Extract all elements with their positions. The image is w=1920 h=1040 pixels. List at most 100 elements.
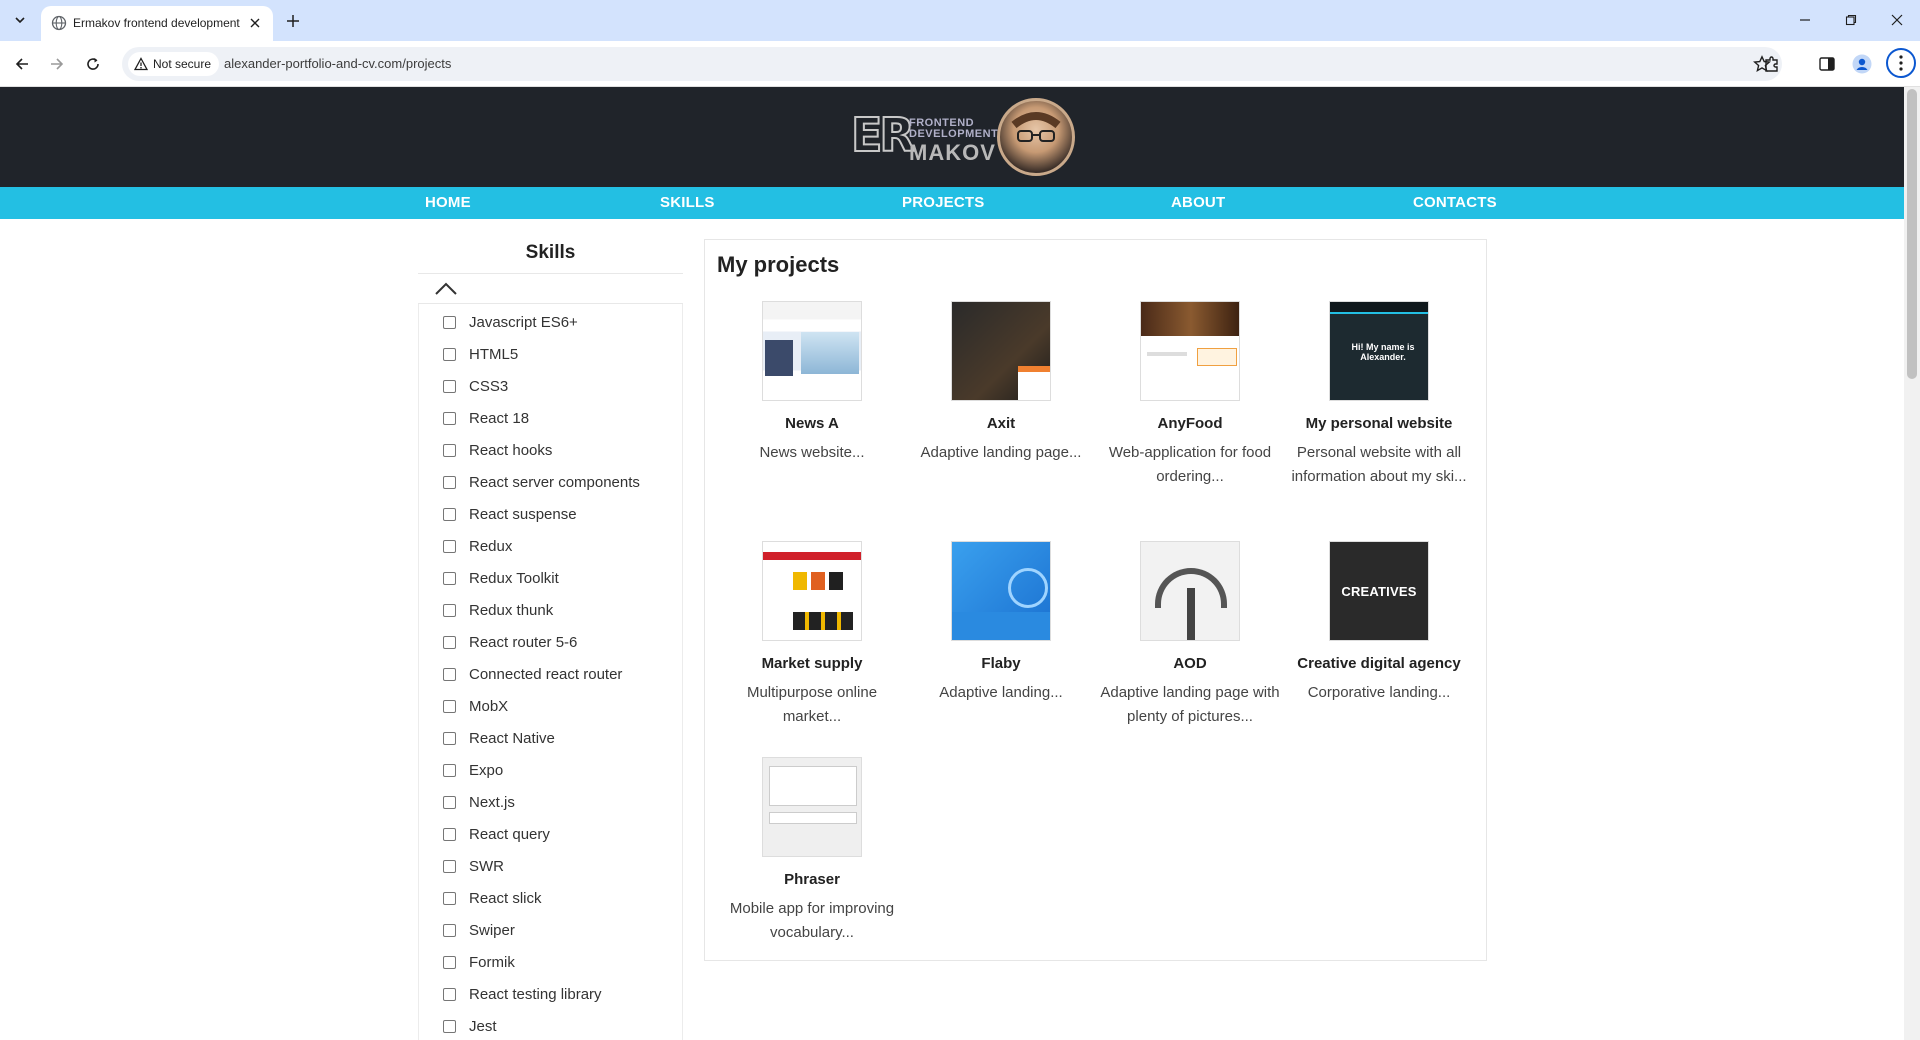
avatar — [997, 98, 1075, 176]
project-name[interactable]: AnyFood — [1095, 415, 1285, 432]
reload-icon[interactable] — [79, 50, 107, 78]
skill-checkbox[interactable]: Redux Toolkit — [443, 568, 559, 588]
skill-label: React router 5-6 — [469, 633, 578, 651]
project-name[interactable]: AOD — [1095, 655, 1285, 672]
page-scrollbar[interactable] — [1904, 87, 1920, 1040]
skill-checkbox[interactable]: React query — [443, 824, 550, 844]
project-thumbnail[interactable] — [762, 301, 862, 401]
checkbox[interactable] — [443, 987, 456, 1001]
project-thumbnail[interactable]: CREATIVES — [1329, 541, 1429, 641]
project-thumbnail[interactable] — [1140, 541, 1240, 641]
skill-checkbox[interactable]: Swiper — [443, 920, 515, 940]
skill-checkbox[interactable]: Connected react router — [443, 664, 622, 684]
address-bar[interactable]: Not secure alexander-portfolio-and-cv.co… — [122, 47, 1782, 81]
browser-toolbar: Not secure alexander-portfolio-and-cv.co… — [0, 41, 1920, 87]
skill-checkbox[interactable]: React testing library — [443, 984, 602, 1004]
plus-icon[interactable] — [282, 10, 304, 32]
checkbox[interactable] — [443, 923, 456, 937]
checkbox[interactable] — [443, 347, 456, 361]
checkbox[interactable] — [443, 827, 456, 841]
skill-checkbox[interactable]: React server components — [443, 472, 640, 492]
checkbox[interactable] — [443, 635, 456, 649]
skill-label: React server components — [469, 473, 640, 491]
checkbox[interactable] — [443, 539, 456, 553]
checkbox[interactable] — [443, 859, 456, 873]
kebab-menu-icon[interactable] — [1886, 48, 1916, 78]
nav-contacts[interactable]: CONTACTS — [1413, 194, 1497, 211]
project-name[interactable]: Axit — [906, 415, 1096, 432]
checkbox[interactable] — [443, 731, 456, 745]
checkbox[interactable] — [443, 443, 456, 457]
security-chip[interactable]: Not secure — [128, 52, 220, 76]
project-description: News website... — [759, 444, 865, 461]
chevron-down-icon[interactable] — [8, 8, 32, 32]
skill-checkbox[interactable]: React hooks — [443, 440, 552, 460]
checkbox[interactable] — [443, 379, 456, 393]
checkbox[interactable] — [443, 571, 456, 585]
skill-label: Jest — [469, 1017, 497, 1035]
project-thumbnail[interactable] — [762, 541, 862, 641]
nav-skills[interactable]: SKILLS — [660, 194, 715, 211]
project-name[interactable]: Flaby — [906, 655, 1096, 672]
skill-checkbox[interactable]: Expo — [443, 760, 503, 780]
skill-label: Connected react router — [469, 665, 623, 683]
checkbox[interactable] — [443, 699, 456, 713]
close-icon[interactable] — [247, 15, 263, 31]
side-panel-icon[interactable] — [1815, 52, 1839, 76]
skill-checkbox[interactable]: React 18 — [443, 408, 529, 428]
skill-checkbox[interactable]: Redux — [443, 536, 512, 556]
project-name[interactable]: Phraser — [717, 871, 907, 888]
skill-checkbox[interactable]: Javascript ES6+ — [443, 312, 578, 332]
profile-icon[interactable] — [1850, 52, 1874, 76]
checkbox[interactable] — [443, 795, 456, 809]
skill-checkbox[interactable]: React Native — [443, 728, 555, 748]
browser-tab[interactable]: Ermakov frontend development — [41, 6, 273, 41]
project-thumbnail[interactable]: Hi! My name is Alexander. — [1329, 301, 1429, 401]
skill-checkbox[interactable]: React suspense — [443, 504, 577, 524]
skill-checkbox[interactable]: Next.js — [443, 792, 515, 812]
skill-checkbox[interactable]: SWR — [443, 856, 504, 876]
skill-checkbox[interactable]: Redux thunk — [443, 600, 553, 620]
site-header: ER FRONTEND DEVELOPMENT MAKOV — [0, 87, 1904, 187]
puzzle-icon[interactable] — [1760, 52, 1784, 76]
checkbox[interactable] — [443, 475, 456, 489]
skill-checkbox[interactable]: React router 5-6 — [443, 632, 577, 652]
project-description: Adaptive landing page... — [920, 444, 1082, 461]
checkbox[interactable] — [443, 667, 456, 681]
checkbox[interactable] — [443, 507, 456, 521]
project-name[interactable]: News A — [717, 415, 907, 432]
checkbox[interactable] — [443, 315, 456, 329]
nav-projects[interactable]: PROJECTS — [902, 194, 984, 211]
checkbox[interactable] — [443, 763, 456, 777]
skill-checkbox[interactable]: React slick — [443, 888, 542, 908]
skill-label: Javascript ES6+ — [469, 313, 578, 331]
skill-checkbox[interactable]: Formik — [443, 952, 515, 972]
skill-checkbox[interactable]: MobX — [443, 696, 508, 716]
restore-icon[interactable] — [1828, 6, 1874, 34]
project-thumbnail[interactable] — [762, 757, 862, 857]
checkbox[interactable] — [443, 603, 456, 617]
minimize-icon[interactable] — [1782, 6, 1828, 34]
project-name[interactable]: Creative digital agency — [1284, 655, 1474, 672]
checkbox[interactable] — [443, 955, 456, 969]
arrow-right-icon[interactable] — [43, 50, 71, 78]
project-thumbnail[interactable] — [951, 301, 1051, 401]
site-logo[interactable]: ER FRONTEND DEVELOPMENT MAKOV — [850, 98, 1075, 176]
checkbox[interactable] — [443, 1019, 456, 1033]
arrow-left-icon[interactable] — [8, 50, 36, 78]
scrollbar-thumb[interactable] — [1907, 89, 1917, 379]
skills-collapse-toggle[interactable] — [418, 273, 683, 304]
skill-checkbox[interactable]: Jest — [443, 1016, 497, 1036]
skill-checkbox[interactable]: HTML5 — [443, 344, 518, 364]
project-name[interactable]: Market supply — [717, 655, 907, 672]
url-text[interactable]: alexander-portfolio-and-cv.com/projects — [224, 56, 451, 71]
project-name[interactable]: My personal website — [1284, 415, 1474, 432]
checkbox[interactable] — [443, 411, 456, 425]
window-close-icon[interactable] — [1874, 6, 1920, 34]
project-thumbnail[interactable] — [1140, 301, 1240, 401]
nav-about[interactable]: ABOUT — [1171, 194, 1225, 211]
checkbox[interactable] — [443, 891, 456, 905]
nav-home[interactable]: HOME — [425, 194, 471, 211]
project-thumbnail[interactable] — [951, 541, 1051, 641]
skill-checkbox[interactable]: CSS3 — [443, 376, 508, 396]
